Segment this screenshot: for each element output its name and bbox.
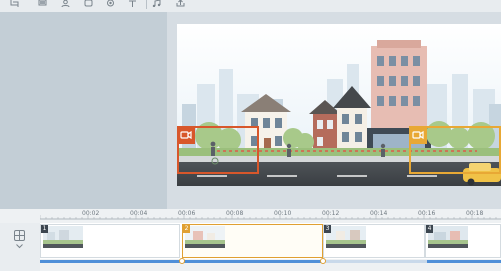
scene-number: 4 xyxy=(426,225,433,233)
sticker-icon[interactable] xyxy=(106,0,115,7)
tick-label: 00:12 xyxy=(322,210,340,217)
time-ruler[interactable]: 00:02 00:04 00:06 00:08 00:10 00:12 00:1… xyxy=(40,209,501,223)
character-icon[interactable] xyxy=(61,0,70,7)
camera-frame-1[interactable] xyxy=(177,126,259,174)
scene-clip-2[interactable]: 2 xyxy=(182,224,323,258)
scene-thumbnail xyxy=(326,226,366,248)
crop-icon[interactable] xyxy=(10,0,19,7)
export-icon[interactable] xyxy=(176,0,185,7)
timeline-progress-bar[interactable] xyxy=(40,260,501,263)
camera-frame-badge[interactable] xyxy=(409,126,427,144)
scene-canvas[interactable] xyxy=(177,24,501,186)
scene-thumbnail xyxy=(185,226,225,248)
scene-clip-4[interactable]: 4 xyxy=(425,224,501,258)
top-toolbar xyxy=(0,0,501,12)
music-icon[interactable] xyxy=(152,0,161,7)
scene-clip-1[interactable]: 1 xyxy=(40,224,180,258)
shape-icon[interactable] xyxy=(84,0,93,7)
tick-label: 00:02 xyxy=(82,210,100,217)
trim-handle-end[interactable] xyxy=(320,258,326,264)
camera-frame-badge[interactable] xyxy=(177,126,195,144)
scene-clip-3[interactable]: 3 xyxy=(323,224,425,258)
progress-fill-1 xyxy=(40,260,182,263)
trim-handle-start[interactable] xyxy=(179,258,185,264)
timeline-panel: 00:02 00:04 00:06 00:08 00:10 00:12 00:1… xyxy=(0,209,501,271)
scene-thumbnail xyxy=(428,226,468,248)
left-panel xyxy=(0,12,167,209)
scene-number: 2 xyxy=(183,225,190,233)
tick-label: 00:16 xyxy=(418,210,436,217)
camera-frame-2[interactable] xyxy=(409,126,501,174)
timeline-sidebar xyxy=(0,223,40,271)
scene-number: 3 xyxy=(324,225,331,233)
video-camera-icon xyxy=(180,130,192,140)
scene-thumbnail xyxy=(43,226,83,248)
tick-label: 00:04 xyxy=(130,210,148,217)
layers-icon[interactable] xyxy=(38,0,47,7)
tick-label: 00:14 xyxy=(370,210,388,217)
tick-label: 00:10 xyxy=(274,210,292,217)
text-icon[interactable] xyxy=(128,0,137,7)
progress-fill-4 xyxy=(427,260,501,263)
chevron-down-icon[interactable] xyxy=(16,244,23,249)
scene-number: 1 xyxy=(41,225,48,233)
progress-fill-2 xyxy=(182,260,323,263)
tick-label: 00:06 xyxy=(178,210,196,217)
scenes-grid-icon[interactable] xyxy=(14,230,25,241)
toolbar-divider xyxy=(146,0,147,9)
video-camera-icon xyxy=(412,130,424,140)
tick-label: 00:08 xyxy=(226,210,244,217)
tick-label: 00:18 xyxy=(466,210,484,217)
